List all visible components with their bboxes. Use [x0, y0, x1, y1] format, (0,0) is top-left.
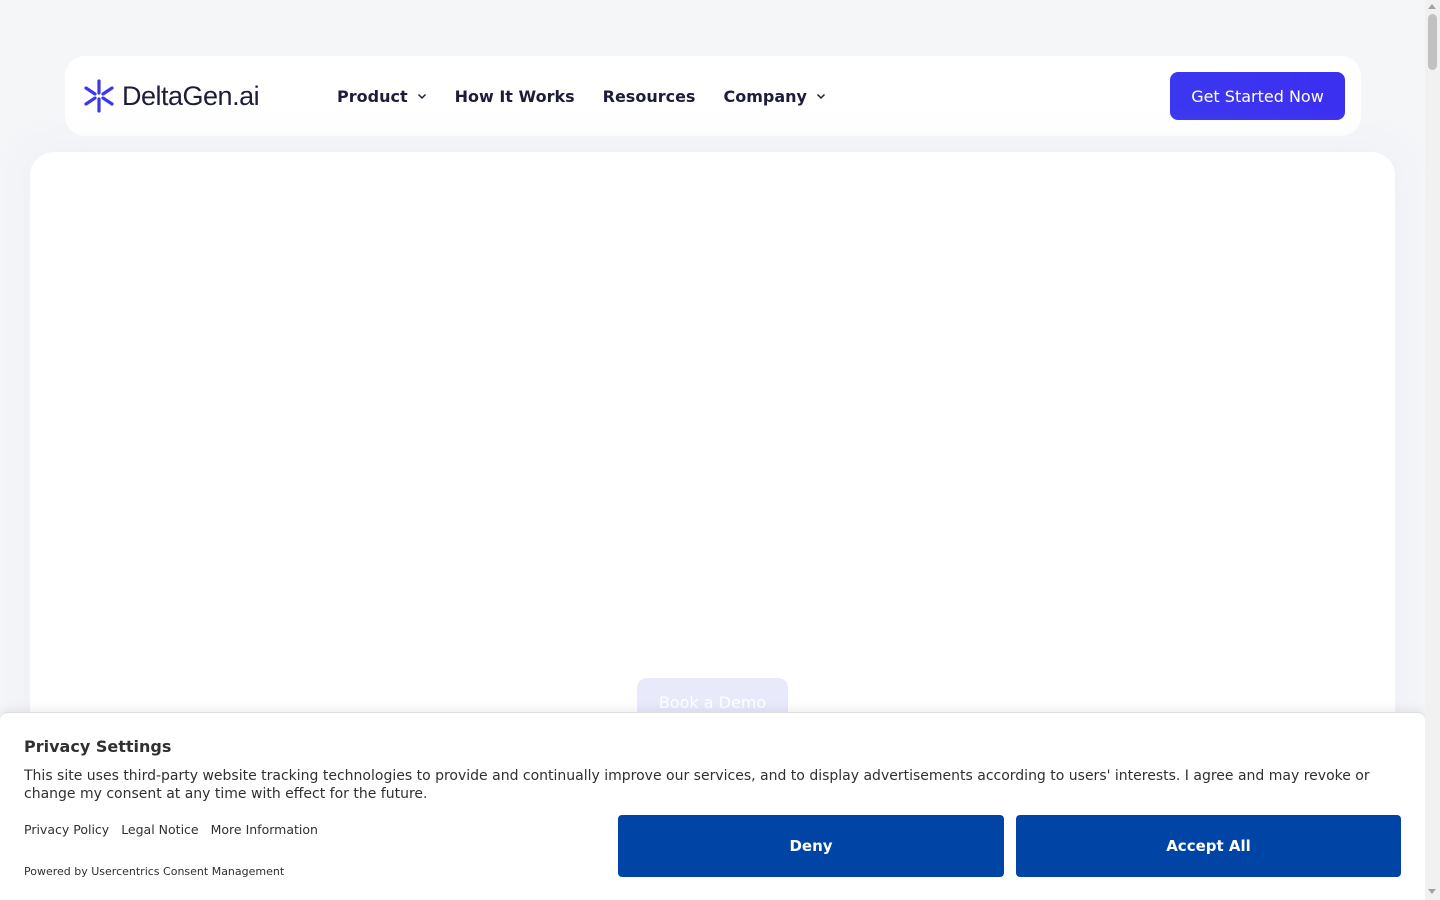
chevron-down-icon: [417, 93, 426, 100]
nav-item-product[interactable]: Product: [337, 87, 427, 106]
chevron-down-icon: [816, 93, 825, 100]
consent-links: Privacy Policy Legal Notice More Informa…: [24, 822, 330, 837]
deltagen-logo[interactable]: DeltaGen.ai: [82, 78, 260, 114]
accept-all-button[interactable]: Accept All: [1016, 815, 1401, 877]
scrollbar-thumb[interactable]: [1428, 14, 1437, 70]
top-navbar: DeltaGen.ai Product How It Works Resourc…: [65, 56, 1361, 136]
nav-item-label: Company: [723, 86, 807, 106]
nav-item-label: How It Works: [454, 86, 575, 106]
logo-wordmark: DeltaGen.ai: [122, 80, 260, 111]
nav-item-company[interactable]: Company: [723, 87, 825, 106]
scroll-down-arrow-icon[interactable]: [1428, 889, 1436, 894]
nav-item-how-it-works[interactable]: How It Works: [455, 87, 575, 106]
powered-by-text[interactable]: Powered by Usercentrics Consent Manageme…: [24, 865, 284, 878]
deny-button[interactable]: Deny: [618, 815, 1004, 877]
scroll-up-arrow-icon[interactable]: [1428, 4, 1436, 9]
nav-item-label: Resources: [602, 86, 696, 106]
nav-item-resources[interactable]: Resources: [603, 87, 696, 106]
privacy-policy-link[interactable]: Privacy Policy: [24, 822, 109, 837]
more-information-link[interactable]: More Information: [211, 822, 318, 837]
nav-item-label: Product: [337, 86, 408, 106]
asterisk-logo-icon: [84, 79, 114, 113]
privacy-consent-banner: Privacy Settings This site uses third-pa…: [0, 712, 1425, 900]
consent-title: Privacy Settings: [24, 737, 172, 756]
get-started-button[interactable]: Get Started Now: [1170, 72, 1345, 120]
main-menu: Product How It Works Resources Company: [337, 56, 854, 136]
legal-notice-link[interactable]: Legal Notice: [121, 822, 198, 837]
page-scrollbar[interactable]: [1425, 0, 1440, 900]
consent-description: This site uses third-party website track…: [24, 768, 1370, 802]
